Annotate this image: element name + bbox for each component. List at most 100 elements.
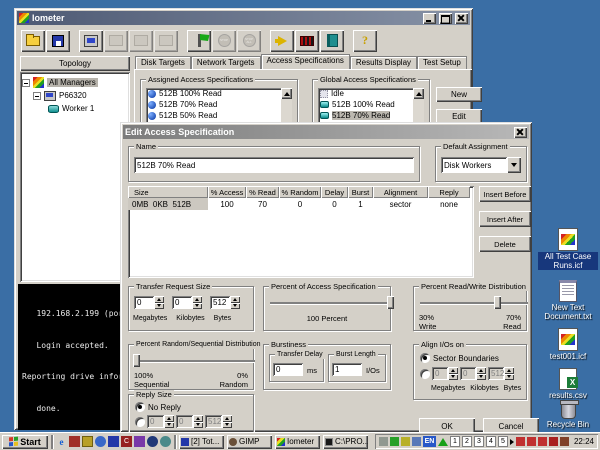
task-button-gimp[interactable]: GIMP	[227, 435, 272, 449]
insert-before-button[interactable]: Insert Before	[479, 186, 531, 202]
burst-length-input[interactable]: 1	[332, 363, 362, 376]
backup-floppy-icon[interactable]	[108, 436, 119, 447]
collapse-icon[interactable]	[33, 92, 41, 100]
combobox-value[interactable]: Disk Workers	[441, 157, 507, 173]
column-header[interactable]: % Access	[208, 186, 246, 198]
virtual-desktop-4[interactable]: 4	[486, 436, 496, 447]
radio-icon[interactable]	[135, 417, 145, 427]
collapse-icon[interactable]	[22, 79, 30, 87]
reply-custom-option[interactable]: 0 0 512	[135, 415, 232, 428]
slider-thumb[interactable]	[387, 296, 394, 309]
tab-access-specifications[interactable]: Access Specifications	[261, 54, 350, 69]
icon-label[interactable]: Recycle Bin	[547, 420, 589, 429]
tree-node-label[interactable]: Worker 1	[62, 104, 94, 113]
tree-node-label[interactable]: P66320	[59, 91, 87, 100]
slider-track[interactable]	[135, 360, 255, 362]
bytes-spinner[interactable]: 512	[210, 296, 240, 309]
globe-icon[interactable]	[160, 436, 171, 447]
app-tray-icon[interactable]	[560, 437, 569, 446]
align-custom-option[interactable]: 0 0 512	[420, 367, 514, 380]
scroll-up-button[interactable]	[281, 88, 292, 99]
reset-workers-button[interactable]	[270, 30, 294, 52]
list-item[interactable]: 512B 70% Read	[146, 99, 292, 110]
save-test-button[interactable]	[46, 30, 70, 52]
random-sequential-slider[interactable]	[133, 354, 257, 367]
task-button-iometer[interactable]: Iometer	[275, 435, 320, 449]
list-item selected[interactable]: 512B 70% Read	[318, 110, 424, 121]
spin-down[interactable]	[192, 303, 202, 310]
radio-checked-icon[interactable]	[135, 402, 145, 412]
blue-ball-icon[interactable]	[147, 436, 158, 447]
insert-after-button[interactable]: Insert After	[479, 211, 531, 227]
default-assignment-combobox[interactable]: Disk Workers	[441, 157, 521, 173]
name-input[interactable]: 512B 70% Read	[134, 157, 414, 173]
iometer-titlebar[interactable]: Iometer	[17, 11, 470, 25]
error-tray-icon[interactable]	[549, 437, 558, 446]
column-header[interactable]: Reply	[428, 186, 470, 198]
slider-thumb[interactable]	[494, 296, 501, 309]
column-header[interactable]: Size	[128, 186, 208, 198]
icon-label[interactable]: test001.icf	[550, 352, 586, 361]
start-tests-button[interactable]	[187, 30, 211, 52]
slider-track[interactable]	[270, 302, 392, 304]
radio-icon[interactable]	[420, 369, 430, 379]
drive-c-icon[interactable]: C	[121, 436, 132, 447]
abort-button[interactable]	[295, 30, 319, 52]
icon-label[interactable]: New Text Document.txt	[538, 303, 598, 321]
tab-results-display[interactable]: Results Display	[350, 56, 417, 69]
delay-cell[interactable]: 0	[321, 198, 348, 210]
virtual-desktop-3[interactable]: 3	[474, 436, 484, 447]
tree-node-worker[interactable]: Worker 1	[22, 102, 128, 115]
spin-down[interactable]	[154, 303, 164, 310]
read-write-slider[interactable]	[418, 296, 530, 309]
tray-expand-arrow-icon[interactable]	[510, 439, 514, 445]
list-item[interactable]: 512B 50% Read	[146, 110, 292, 121]
device-tray-icon-1[interactable]	[516, 437, 525, 446]
desktop-icon-new-text-document[interactable]: New Text Document.txt	[538, 280, 598, 321]
virtual-desktop-1[interactable]: 1	[450, 436, 460, 447]
random-cell[interactable]: 0	[279, 198, 321, 210]
slider-track[interactable]	[420, 302, 528, 304]
percent-access-slider[interactable]	[268, 296, 394, 309]
slider-thumb[interactable]	[133, 354, 140, 367]
task-button-total-commander[interactable]: [2] Tot...	[179, 435, 224, 449]
delete-button[interactable]: Delete	[479, 236, 531, 252]
minimize-button[interactable]	[423, 13, 436, 24]
tree-node-manager[interactable]: P66320	[22, 89, 128, 102]
scroll-up-button[interactable]	[413, 88, 424, 99]
spin-down[interactable]	[230, 303, 240, 310]
column-header[interactable]: % Random	[279, 186, 321, 198]
search-icon[interactable]	[95, 436, 106, 447]
icon-label[interactable]: All Test Case Runs.icf	[538, 252, 598, 270]
transfer-delay-input[interactable]: 0	[273, 363, 303, 376]
show-desktop-icon[interactable]	[82, 436, 93, 447]
burst-cell[interactable]: 1	[348, 198, 373, 210]
no-reply-option[interactable]: No Reply	[135, 402, 181, 412]
media-player-icon[interactable]	[134, 436, 145, 447]
new-manager-button[interactable]	[79, 30, 103, 52]
desktop-icon-recycle-bin[interactable]: Recycle Bin	[538, 402, 598, 429]
reply-cell[interactable]: none	[428, 198, 470, 210]
virtual-desktop-2[interactable]: 2	[462, 436, 472, 447]
device-tray-icon-2[interactable]	[527, 437, 536, 446]
desktop-icon-all-test-case-runs[interactable]: All Test Case Runs.icf	[538, 228, 598, 270]
column-header[interactable]: % Read	[246, 186, 279, 198]
mail-app-icon[interactable]	[69, 436, 80, 447]
spec-table[interactable]: Size % Access % Read % Random Delay Burs…	[128, 186, 474, 278]
sector-boundaries-option[interactable]: Sector Boundaries	[420, 353, 499, 363]
internet-explorer-icon[interactable]: e	[56, 436, 67, 447]
topology-header[interactable]: Topology	[20, 56, 130, 71]
alignment-cell[interactable]: sector	[373, 198, 428, 210]
read-cell[interactable]: 70	[246, 198, 279, 210]
tab-test-setup[interactable]: Test Setup	[417, 56, 467, 69]
megabytes-spinner[interactable]: 0	[134, 296, 164, 309]
display-tray-icon[interactable]	[412, 437, 421, 446]
virtual-desktop-5[interactable]: 5	[498, 436, 508, 447]
list-item[interactable]: 512B 100% Read	[146, 88, 292, 99]
icon-label[interactable]: results.csv	[549, 391, 587, 400]
desktop-icon-results-csv[interactable]: X results.csv	[538, 368, 598, 400]
size-cell[interactable]: 0MB 0KB 512B	[128, 198, 208, 210]
task-button-command-prompt[interactable]: C:\PRO...	[323, 435, 368, 449]
antivirus-tray-icon[interactable]	[390, 437, 399, 446]
green-triangle-tray-icon[interactable]	[438, 438, 448, 446]
